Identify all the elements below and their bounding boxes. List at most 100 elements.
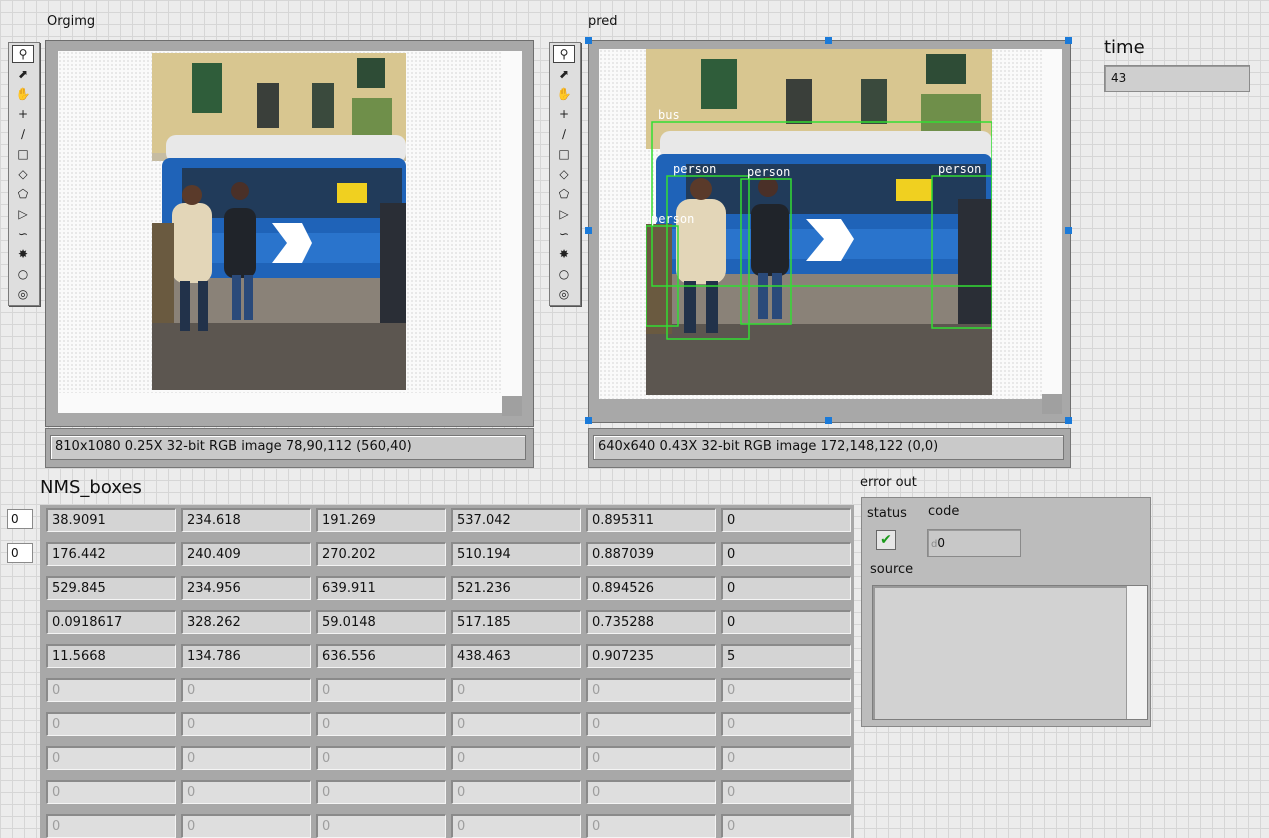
selection-handle[interactable] (1065, 37, 1072, 44)
nms-cell[interactable]: 0 (451, 678, 581, 702)
selection-handle[interactable] (825, 37, 832, 44)
line-icon[interactable]: ∕ (12, 125, 34, 143)
nms-cell[interactable]: 240.409 (181, 542, 311, 566)
oval-icon[interactable]: ○ (12, 265, 34, 283)
nms-cell[interactable]: 0 (586, 814, 716, 838)
nms-cell[interactable]: 0 (316, 678, 446, 702)
nms-cell[interactable]: 0 (316, 780, 446, 804)
nms-cell[interactable]: 0 (181, 712, 311, 736)
pan-icon[interactable]: ✋ (553, 85, 575, 103)
selection-handle[interactable] (585, 37, 592, 44)
nms-cell[interactable]: 59.0148 (316, 610, 446, 634)
rotated-rectangle-icon[interactable]: ◇ (12, 165, 34, 183)
annulus-icon[interactable]: ◎ (12, 285, 34, 303)
freehand-region-icon[interactable]: ✸ (553, 245, 575, 263)
column-index-input[interactable]: 0 (7, 543, 33, 563)
orgimg-tool-palette: ⚲ ⬈ ✋ + ∕ □ ◇ ⬠ ▷ ∽ ✸ ○ ◎ (8, 42, 40, 306)
source-scrollbar[interactable] (1126, 586, 1147, 719)
broken-line-icon[interactable]: ▷ (553, 205, 575, 223)
nms-cell[interactable]: 0 (316, 814, 446, 838)
nms-cell[interactable]: 537.042 (451, 508, 581, 532)
crosshair-icon[interactable]: + (12, 105, 34, 123)
nms-cell[interactable]: 0.895311 (586, 508, 716, 532)
pointer-icon[interactable]: ⬈ (12, 65, 34, 83)
nms-cell[interactable]: 5 (721, 644, 851, 668)
nms-cell[interactable]: 0 (181, 814, 311, 838)
nms-cell[interactable]: 0 (721, 508, 851, 532)
nms-cell[interactable]: 0 (721, 678, 851, 702)
nms-cell[interactable]: 11.5668 (46, 644, 176, 668)
nms-cell[interactable]: 0 (586, 712, 716, 736)
nms-cell[interactable]: 0 (451, 814, 581, 838)
polygon-icon[interactable]: ⬠ (553, 185, 575, 203)
selection-handle[interactable] (585, 227, 592, 234)
rectangle-icon[interactable]: □ (12, 145, 34, 163)
nms-cell[interactable]: 0 (721, 576, 851, 600)
zoom-icon[interactable]: ⚲ (12, 45, 34, 63)
nms-cell[interactable]: 0 (181, 678, 311, 702)
nms-cell[interactable]: 0 (451, 780, 581, 804)
nms-cell[interactable]: 529.845 (46, 576, 176, 600)
nms-cell[interactable]: 0 (46, 712, 176, 736)
crosshair-icon[interactable]: + (553, 105, 575, 123)
nms-cell[interactable]: 438.463 (451, 644, 581, 668)
rectangle-icon[interactable]: □ (553, 145, 575, 163)
rotated-rectangle-icon[interactable]: ◇ (553, 165, 575, 183)
nms-cell[interactable]: 0 (586, 780, 716, 804)
nms-cell[interactable]: 0 (316, 746, 446, 770)
nms-cell[interactable]: 0 (721, 542, 851, 566)
selection-handle[interactable] (1065, 417, 1072, 424)
pointer-icon[interactable]: ⬈ (553, 65, 575, 83)
nms-cell[interactable]: 234.956 (181, 576, 311, 600)
nms-cell[interactable]: 0.887039 (586, 542, 716, 566)
nms-cell[interactable]: 517.185 (451, 610, 581, 634)
freehand-icon[interactable]: ∽ (12, 225, 34, 243)
oval-icon[interactable]: ○ (553, 265, 575, 283)
freehand-region-icon[interactable]: ✸ (12, 245, 34, 263)
nms-cell[interactable]: 134.786 (181, 644, 311, 668)
freehand-icon[interactable]: ∽ (553, 225, 575, 243)
nms-cell[interactable]: 0.0918617 (46, 610, 176, 634)
nms-cell[interactable]: 38.9091 (46, 508, 176, 532)
broken-line-icon[interactable]: ▷ (12, 205, 34, 223)
zoom-icon[interactable]: ⚲ (553, 45, 575, 63)
nms-cell[interactable]: 328.262 (181, 610, 311, 634)
nms-cell[interactable]: 510.194 (451, 542, 581, 566)
nms-cell[interactable]: 0 (721, 814, 851, 838)
nms-cell[interactable]: 0 (721, 780, 851, 804)
nms-cell[interactable]: 636.556 (316, 644, 446, 668)
nms-cell[interactable]: 0 (586, 678, 716, 702)
selection-handle[interactable] (1065, 227, 1072, 234)
nms-cell[interactable]: 176.442 (46, 542, 176, 566)
nms-cell[interactable]: 0 (586, 746, 716, 770)
selection-handle[interactable] (585, 417, 592, 424)
nms-cell[interactable]: 0.907235 (586, 644, 716, 668)
nms-cell[interactable]: 639.911 (316, 576, 446, 600)
pan-icon[interactable]: ✋ (12, 85, 34, 103)
orgimg-display[interactable] (45, 40, 534, 427)
nms-cell[interactable]: 0 (721, 610, 851, 634)
nms-cell[interactable]: 270.202 (316, 542, 446, 566)
nms-cell[interactable]: 0 (46, 746, 176, 770)
polygon-icon[interactable]: ⬠ (12, 185, 34, 203)
nms-cell[interactable]: 0 (316, 712, 446, 736)
nms-cell[interactable]: 0 (181, 746, 311, 770)
nms-cell[interactable]: 0 (451, 712, 581, 736)
annulus-icon[interactable]: ◎ (553, 285, 575, 303)
nms-cell[interactable]: 0 (721, 712, 851, 736)
nms-cell[interactable]: 0.894526 (586, 576, 716, 600)
nms-cell[interactable]: 0 (451, 746, 581, 770)
nms-cell[interactable]: 0 (721, 746, 851, 770)
nms-cell[interactable]: 0 (46, 780, 176, 804)
nms-cell[interactable]: 0.735288 (586, 610, 716, 634)
row-index-input[interactable]: 0 (7, 509, 33, 529)
nms-cell[interactable]: 521.236 (451, 576, 581, 600)
nms-cell[interactable]: 0 (181, 780, 311, 804)
nms-cell[interactable]: 234.618 (181, 508, 311, 532)
selection-handle[interactable] (825, 417, 832, 424)
nms-cell[interactable]: 191.269 (316, 508, 446, 532)
line-icon[interactable]: ∕ (553, 125, 575, 143)
nms-cell[interactable]: 0 (46, 678, 176, 702)
pred-display[interactable]: bus person person person person (588, 40, 1071, 423)
nms-cell[interactable]: 0 (46, 814, 176, 838)
